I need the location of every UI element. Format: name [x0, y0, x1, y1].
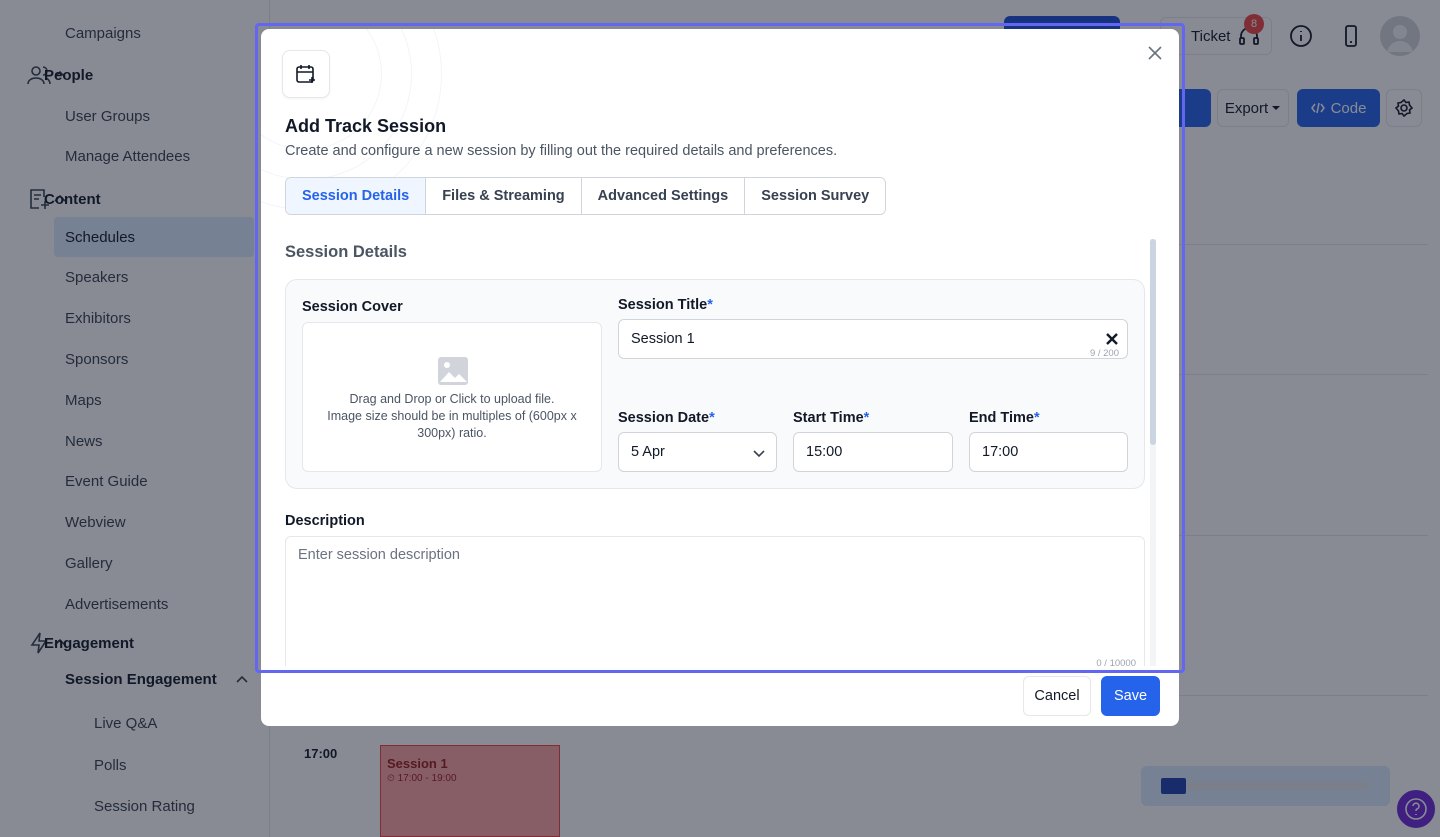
required-mark: * — [709, 410, 715, 426]
session-title-label: Session Title* — [618, 297, 713, 313]
session-date-select[interactable]: 5 Apr — [618, 432, 777, 472]
required-mark: * — [863, 410, 870, 426]
modal-subtitle: Create and configure a new session by fi… — [285, 143, 838, 159]
section-title: Session Details — [285, 243, 407, 261]
chevron-down-icon — [753, 450, 765, 458]
clear-icon[interactable] — [1105, 332, 1119, 346]
label-text: End Time — [969, 410, 1034, 426]
modal-tabs: Session Details Files & Streaming Advanc… — [285, 177, 887, 215]
description-placeholder: Enter session description — [298, 547, 460, 563]
upload-line-2: Image size should be in multiples of (60… — [327, 409, 577, 440]
end-time-label: End Time* — [969, 410, 1040, 426]
add-session-modal: Add Track Session Create and configure a… — [261, 29, 1179, 726]
upload-line-1: Drag and Drop or Click to upload file. — [349, 392, 555, 406]
end-time-input[interactable]: 17:00 — [969, 432, 1128, 472]
description-textarea[interactable]: Enter session description 0 / 10000 — [285, 536, 1145, 666]
close-icon — [1148, 46, 1162, 60]
session-title-input[interactable]: Session 1 9 / 200 — [618, 319, 1128, 359]
modal-icon — [282, 50, 330, 98]
label-text: Session Title — [618, 297, 708, 313]
upload-instructions: Drag and Drop or Click to upload file. I… — [313, 391, 591, 442]
start-time-value: 15:00 — [806, 444, 843, 460]
description-label: Description — [285, 513, 365, 529]
session-date-label: Session Date* — [618, 410, 715, 426]
required-mark: * — [707, 297, 713, 313]
tab-files-streaming[interactable]: Files & Streaming — [426, 178, 582, 214]
image-icon — [438, 357, 468, 385]
required-mark: * — [1034, 410, 1040, 426]
label-text: Session Date — [618, 410, 710, 426]
title-char-counter: 9 / 200 — [1089, 348, 1119, 359]
cover-upload-dropzone[interactable]: Drag and Drop or Click to upload file. I… — [302, 322, 602, 472]
session-title-value: Session 1 — [631, 331, 695, 347]
scrollbar-thumb[interactable] — [1150, 239, 1156, 445]
session-cover-label: Session Cover — [302, 299, 403, 315]
close-button[interactable] — [1143, 41, 1167, 65]
tab-advanced-settings[interactable]: Advanced Settings — [581, 178, 746, 214]
modal-title: Add Track Session — [285, 116, 447, 136]
label-text: Start Time — [793, 410, 864, 426]
save-button[interactable]: Save — [1101, 676, 1160, 716]
calendar-plus-icon — [296, 65, 315, 83]
start-time-label: Start Time* — [793, 410, 869, 426]
session-details-card: Session Cover Drag and Drop or Click to … — [285, 279, 1145, 489]
cancel-button[interactable]: Cancel — [1023, 676, 1091, 716]
modal-scroll-area[interactable]: Session Details Session Cover Drag and D… — [261, 239, 1179, 666]
tab-session-survey[interactable]: Session Survey — [745, 178, 886, 214]
description-char-counter: 0 / 10000 — [1096, 658, 1136, 666]
start-time-input[interactable]: 15:00 — [793, 432, 953, 472]
session-date-value: 5 Apr — [631, 444, 665, 460]
tab-session-details[interactable]: Session Details — [286, 178, 427, 214]
end-time-value: 17:00 — [982, 444, 1019, 460]
